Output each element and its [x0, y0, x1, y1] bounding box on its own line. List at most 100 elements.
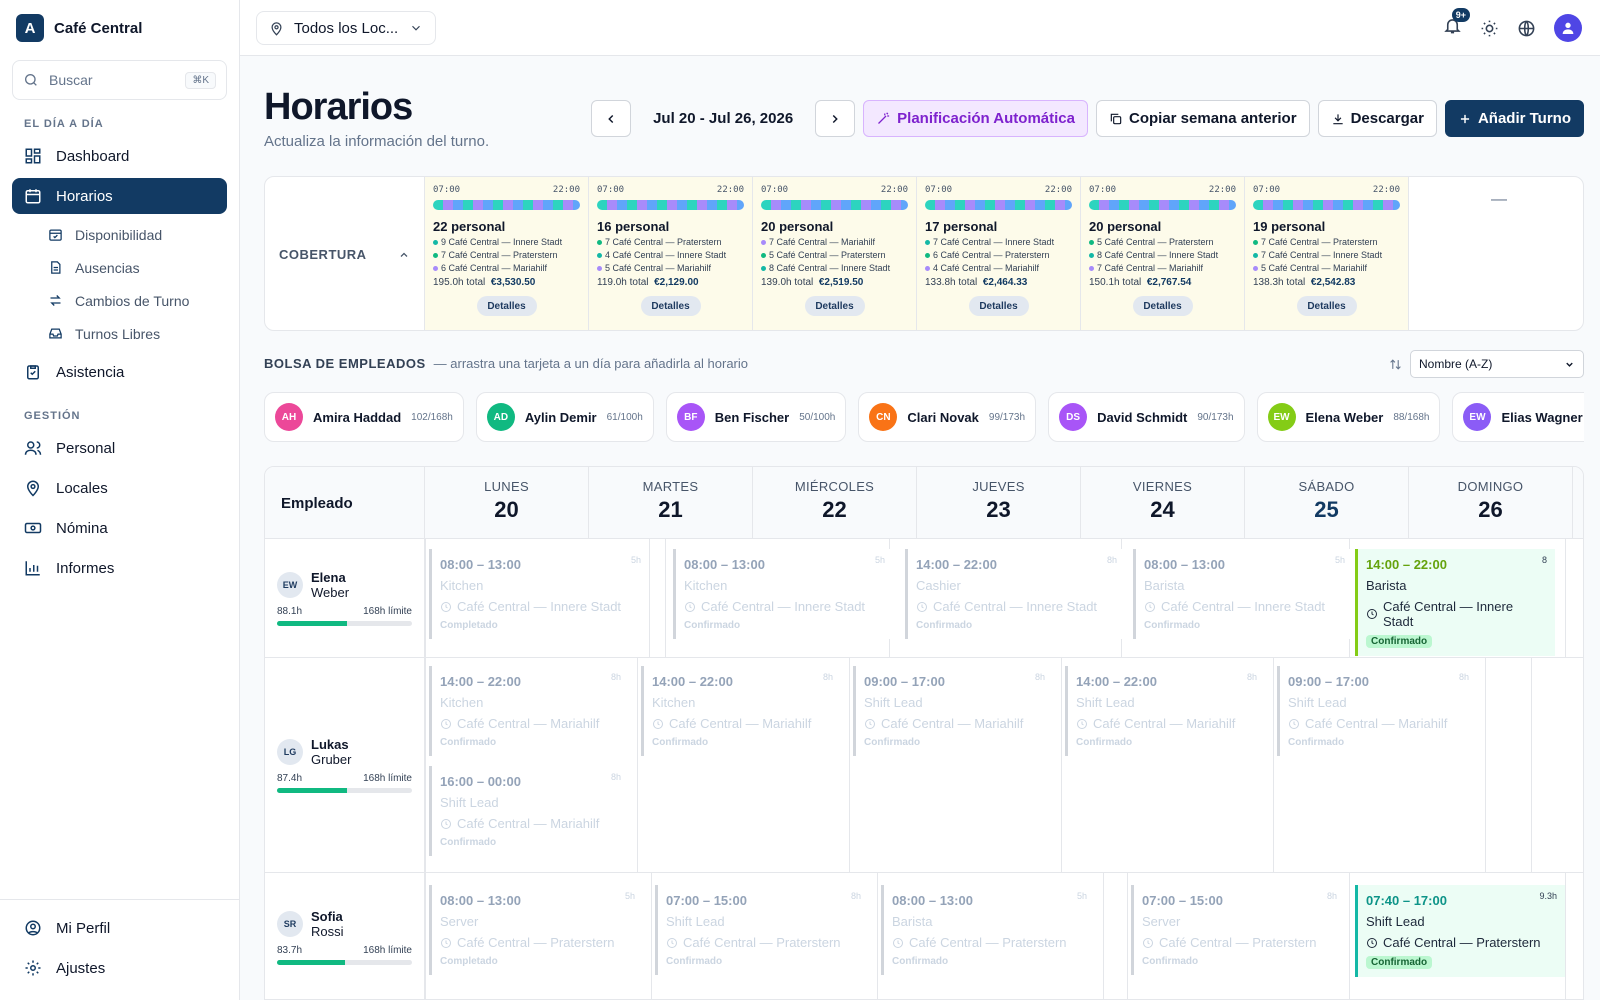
employee-name: Elias Wagner	[1501, 409, 1583, 425]
coverage-location-text: 6 Café Central — Mariahilf	[441, 263, 548, 273]
nav-ausencias[interactable]: Ausencias	[48, 251, 239, 284]
sort-value: Nombre (A-Z)	[1419, 357, 1493, 371]
shift-card[interactable]: 8h 07:00 – 15:00 Shift Lead Café Central…	[655, 885, 869, 975]
shift-card[interactable]: 5h 08:00 – 13:00 Server Café Central — P…	[429, 885, 643, 975]
sun-icon[interactable]	[1480, 19, 1499, 38]
coverage-total: 195.0h total €3,530.50	[433, 277, 580, 288]
nav-informes[interactable]: Informes	[12, 550, 227, 586]
coverage-cost: €2,464.33	[982, 277, 1028, 288]
nav-ajustes[interactable]: Ajustes	[12, 950, 227, 986]
shift-card[interactable]: 8h 09:00 – 17:00 Shift Lead Café Central…	[1277, 666, 1477, 756]
employee-hours-bar	[277, 621, 412, 626]
employee-cell[interactable]: SR Sofia Rossi 83.7h 168h límite	[265, 873, 425, 999]
coverage-details-button[interactable]: Detalles	[1296, 296, 1357, 316]
employee-chip[interactable]: AD Aylin Demir 61/100h	[475, 392, 654, 442]
coverage-details-button[interactable]: Detalles	[476, 296, 537, 316]
search-box[interactable]: Buscar ⌘K	[12, 60, 227, 100]
nav-disponibilidad[interactable]: Disponibilidad	[48, 218, 239, 251]
shift-location-text: Café Central — Mariahilf	[669, 716, 812, 731]
grid-divider	[1103, 873, 1104, 999]
plus-icon	[1460, 114, 1470, 123]
clock-icon	[1145, 601, 1155, 612]
employee-chip[interactable]: CN Clari Novak 99/173h	[858, 392, 1037, 442]
shift-card[interactable]: 5h 08:00 – 13:00 Kitchen Café Central — …	[673, 549, 893, 639]
coverage-location-line: 7 Café Central — Mariahilf	[761, 237, 908, 247]
next-week-button[interactable]	[815, 100, 856, 137]
nav-locales[interactable]: Locales	[12, 470, 227, 506]
employee-chip[interactable]: EW Elias Wagner 58/100h	[1452, 392, 1584, 442]
coverage-details-button[interactable]: Detalles	[1132, 296, 1193, 316]
shift-card[interactable]: 8h 14:00 – 22:00 Cashier Café Central — …	[905, 549, 1125, 639]
copy-week-button[interactable]: Copiar semana anterior	[1096, 100, 1310, 137]
employee-chip[interactable]: BF Ben Fischer 50/100h	[665, 392, 847, 442]
topbar: Todos los Loc... 9+	[240, 0, 1600, 56]
nav-perfil-label: Mi Perfil	[56, 919, 111, 937]
nav-turnos-libres[interactable]: Turnos Libres	[48, 317, 239, 350]
coverage-details-button[interactable]: Detalles	[804, 296, 865, 316]
coverage-details-button[interactable]: Detalles	[968, 296, 1029, 316]
nav-cambios[interactable]: Cambios de Turno	[48, 284, 239, 317]
employee-last-name: Gruber	[311, 752, 352, 767]
nav-ajustes-label: Ajustes	[56, 959, 106, 977]
nav-dashboard[interactable]: Dashboard	[12, 138, 227, 174]
employee-row: EW Elena Weber 88.1h 168h límite 5h 08:00 …	[265, 539, 1583, 658]
employee-hours: 102/168h	[411, 411, 453, 423]
coverage-toggle[interactable]: COBERTURA	[265, 177, 425, 330]
shift-status: Confirmado	[666, 956, 723, 967]
shift-card[interactable]: 8h 14:00 – 22:00 Shift Lead Café Central…	[1065, 666, 1265, 756]
shift-time: 14:00 – 22:00	[916, 557, 997, 572]
nav-personal[interactable]: Personal	[12, 430, 227, 466]
employee-chip[interactable]: DS David Schmidt 90/173h	[1048, 392, 1245, 442]
sort-select[interactable]: Nombre (A-Z)	[1410, 350, 1584, 378]
brand[interactable]: A Café Central	[0, 0, 239, 56]
prev-week-button[interactable]	[591, 100, 632, 137]
nav-nomina[interactable]: Nómina	[12, 510, 227, 546]
coverage-start: 07:00	[761, 185, 789, 195]
user-avatar[interactable]	[1554, 14, 1582, 42]
shift-time: 14:00 – 22:00	[652, 674, 733, 689]
shift-card[interactable]: 8h 16:00 – 00:00 Shift Lead Café Central…	[429, 766, 629, 856]
shift-card[interactable]: 9.3h 07:40 – 17:00 Shift Lead Café Centr…	[1355, 885, 1565, 977]
week-range: Jul 20 - Jul 26, 2026	[653, 110, 794, 127]
shift-card[interactable]: 8h 14:00 – 22:00 Kitchen Café Central — …	[641, 666, 841, 756]
location-value: Todos los Loc...	[294, 19, 399, 37]
day-name: DOMINGO	[1457, 479, 1524, 494]
auto-schedule-button[interactable]: Planificación Automática	[863, 100, 1088, 137]
day-number: 24	[1150, 497, 1175, 522]
shift-card[interactable]: 8h 07:00 – 15:00 Server Café Central — P…	[1131, 885, 1345, 975]
shift-location: Café Central — Innere Stadt	[1144, 599, 1345, 614]
nav-asistencia[interactable]: Asistencia	[12, 354, 227, 390]
shift-time: 07:00 – 15:00	[666, 893, 747, 908]
nav-perfil[interactable]: Mi Perfil	[12, 910, 227, 946]
coverage-location-line: 4 Café Central — Innere Stadt	[597, 250, 744, 260]
shift-card[interactable]: 5h 08:00 – 13:00 Kitchen Café Central — …	[429, 549, 649, 639]
grid-divider	[1531, 658, 1532, 872]
employee-chip[interactable]: AH Amira Haddad 102/168h	[264, 392, 464, 442]
shift-card[interactable]: 8 14:00 – 22:00 Barista Café Central — I…	[1355, 549, 1555, 656]
coverage-bar	[925, 200, 1072, 210]
employee-cell[interactable]: LG Lukas Gruber 87.4h 168h límite	[265, 658, 425, 872]
shift-location: Café Central — Praterstern	[892, 935, 1087, 950]
day-number: 21	[658, 497, 683, 522]
notifications-button[interactable]: 9+	[1443, 8, 1470, 40]
employee-cell[interactable]: EW Elena Weber 88.1h 168h límite	[265, 539, 425, 657]
location-selector[interactable]: Todos los Loc...	[256, 11, 436, 45]
coverage-details-button[interactable]: Detalles	[640, 296, 701, 316]
add-shift-button[interactable]: Añadir Turno	[1444, 100, 1584, 137]
location-dot	[925, 239, 930, 245]
shift-card[interactable]: 5h 08:00 – 13:00 Barista Café Central — …	[1133, 549, 1353, 639]
shift-card[interactable]: 8h 14:00 – 22:00 Kitchen Café Central — …	[429, 666, 629, 756]
coverage-end: 22:00	[1372, 185, 1400, 195]
shift-card[interactable]: 5h 08:00 – 13:00 Barista Café Central — …	[881, 885, 1095, 975]
coverage-location-text: 7 Café Central — Mariahilf	[1097, 263, 1204, 273]
globe-icon[interactable]	[1517, 19, 1536, 38]
shift-card[interactable]: 8h 09:00 – 17:00 Shift Lead Café Central…	[853, 666, 1053, 756]
download-button[interactable]: Descargar	[1317, 100, 1437, 137]
nav-horarios[interactable]: Horarios	[12, 178, 227, 214]
app-logo: A	[16, 14, 44, 42]
employee-hours: 88/168h	[1393, 411, 1430, 423]
shift-duration: 8h	[1106, 555, 1117, 565]
employee-chip[interactable]: EW Elena Weber 88/168h	[1256, 392, 1441, 442]
search-shortcut: ⌘K	[185, 71, 216, 89]
shift-duration: 5h	[1334, 555, 1345, 565]
